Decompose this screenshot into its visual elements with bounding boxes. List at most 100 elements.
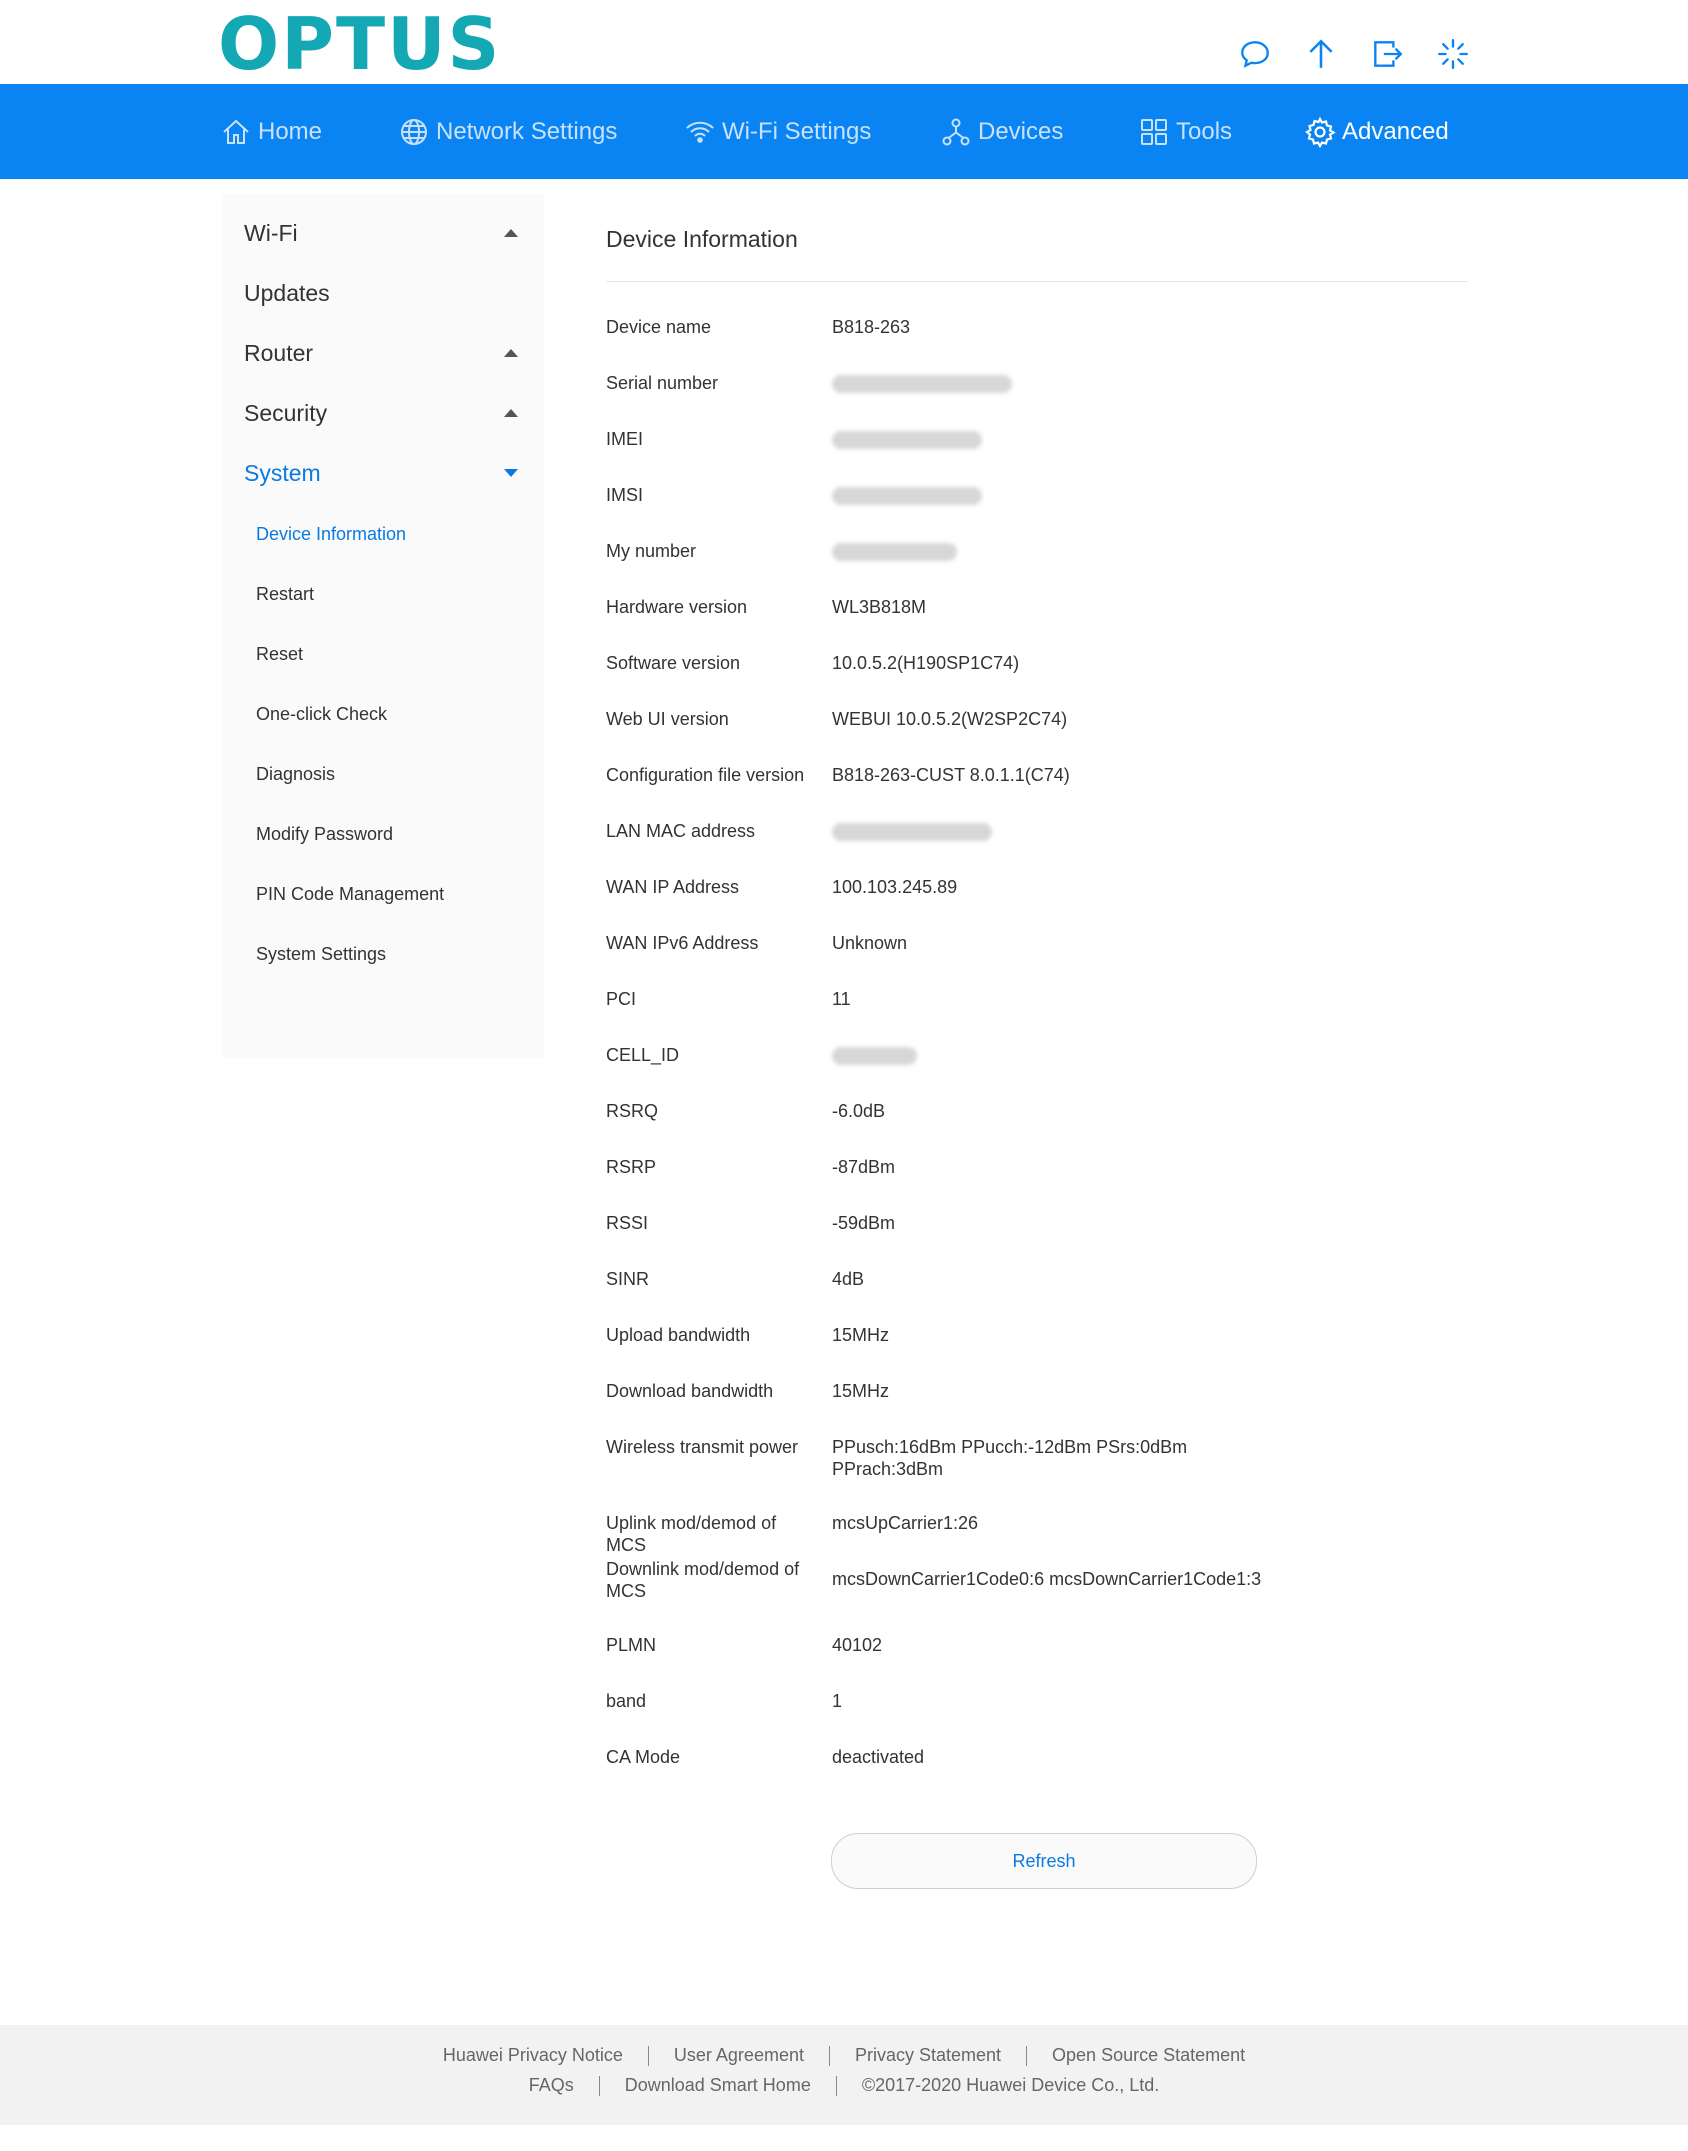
row-label: My number bbox=[606, 541, 697, 561]
row-label: WAN IP Address bbox=[606, 877, 740, 897]
row-label: CA Mode bbox=[606, 1747, 681, 1767]
redacted-value bbox=[832, 543, 957, 562]
nav-tools[interactable]: Tools bbox=[1138, 84, 1232, 179]
footer-link-smart-home[interactable]: Download Smart Home bbox=[600, 2075, 836, 2096]
row-label: PCI bbox=[606, 989, 637, 1009]
top-header: OPTUS bbox=[0, 0, 1688, 84]
optus-logo[interactable]: OPTUS bbox=[218, 4, 501, 84]
row-value bbox=[832, 820, 1292, 842]
row-value: 1 bbox=[832, 1691, 843, 1711]
wifi-icon bbox=[686, 121, 714, 143]
page-title: Device Information bbox=[606, 226, 798, 252]
sidebar-sub-modify-password[interactable]: Modify Password bbox=[256, 814, 544, 854]
sidebar-item-label: System bbox=[244, 459, 321, 486]
row-value: B818-263 bbox=[832, 317, 911, 337]
sidebar-item-label: Security bbox=[244, 399, 328, 426]
row-value: WEBUI 10.0.5.2(W2SP2C74) bbox=[832, 709, 1068, 729]
main-nav: Home Network Settings Wi-Fi Settings Dev… bbox=[0, 84, 1688, 179]
loading-spinner-icon[interactable] bbox=[1420, 34, 1486, 74]
sidebar-sub-device-information[interactable]: Device Information bbox=[256, 514, 544, 554]
row-value: B818-263-CUST 8.0.1.1(C74) bbox=[832, 765, 1070, 785]
row-value: deactivated bbox=[832, 1747, 925, 1767]
sidebar-item-security[interactable]: Security bbox=[244, 389, 544, 437]
row-label: IMSI bbox=[606, 485, 644, 505]
row-label: Wireless transmit power bbox=[606, 1437, 799, 1457]
row-value: 40102 bbox=[832, 1635, 883, 1655]
row-label: SINR bbox=[606, 1269, 650, 1289]
row-label: Device name bbox=[606, 317, 712, 337]
row-value: 10.0.5.2(H190SP1C74) bbox=[832, 653, 1020, 673]
row-label: RSRQ bbox=[606, 1101, 659, 1121]
row-value bbox=[832, 428, 1292, 450]
row-value bbox=[832, 1044, 1292, 1066]
chevron-down-icon bbox=[504, 469, 518, 477]
row-label: Downlink mod/demod of MCS bbox=[606, 1559, 800, 1601]
row-label: Hardware version bbox=[606, 597, 748, 617]
nav-devices[interactable]: Devices bbox=[940, 84, 1063, 179]
chat-icon[interactable] bbox=[1222, 34, 1288, 74]
row-value: -6.0dB bbox=[832, 1101, 886, 1121]
row-value bbox=[832, 484, 1292, 506]
row-label: Serial number bbox=[606, 373, 719, 393]
nav-home-label: Home bbox=[258, 117, 323, 145]
row-value: mcsDownCarrier1Code0:6 mcsDownCarrier1Co… bbox=[832, 1569, 1262, 1589]
row-label: Download bandwidth bbox=[606, 1381, 774, 1401]
sidebar-sub-restart[interactable]: Restart bbox=[256, 574, 544, 614]
sidebar-item-system[interactable]: System bbox=[244, 449, 544, 497]
nav-advanced-label: Advanced bbox=[1342, 117, 1449, 145]
footer-link-user-agreement[interactable]: User Agreement bbox=[649, 2045, 829, 2066]
devices-network-icon bbox=[942, 118, 970, 145]
sidebar-item-wifi[interactable]: Wi-Fi bbox=[244, 209, 544, 257]
logout-icon[interactable] bbox=[1354, 34, 1420, 74]
row-label: RSRP bbox=[606, 1157, 657, 1177]
footer-link-open-source[interactable]: Open Source Statement bbox=[1027, 2045, 1270, 2066]
refresh-button[interactable]: Refresh bbox=[831, 1833, 1257, 1889]
row-label: CELL_ID bbox=[606, 1045, 680, 1065]
sidebar-sub-system-settings[interactable]: System Settings bbox=[256, 934, 544, 974]
sidebar-item-updates[interactable]: Updates bbox=[244, 269, 544, 317]
sidebar-item-label: Wi-Fi bbox=[244, 219, 298, 246]
home-icon bbox=[223, 119, 249, 144]
row-value: 15MHz bbox=[832, 1381, 890, 1401]
chevron-up-icon bbox=[504, 349, 518, 357]
footer-link-privacy-notice[interactable]: Huawei Privacy Notice bbox=[418, 2045, 648, 2066]
sidebar-sub-diagnosis[interactable]: Diagnosis bbox=[256, 754, 544, 794]
nav-wifi-settings[interactable]: Wi-Fi Settings bbox=[684, 84, 871, 179]
row-value: PPusch:16dBm PPucch:-12dBm PSrs:0dBm PPr… bbox=[832, 1437, 1188, 1479]
footer-link-privacy-statement[interactable]: Privacy Statement bbox=[830, 2045, 1026, 2066]
gear-icon bbox=[1305, 116, 1336, 148]
row-value: mcsUpCarrier1:26 bbox=[832, 1513, 979, 1533]
nav-advanced[interactable]: Advanced bbox=[1304, 84, 1449, 179]
row-value: 11 bbox=[832, 989, 851, 1009]
redacted-value bbox=[832, 1047, 917, 1066]
row-value: 15MHz bbox=[832, 1325, 890, 1345]
header-toolbar bbox=[1222, 34, 1486, 74]
tools-grid-icon bbox=[1141, 118, 1167, 145]
row-value bbox=[832, 372, 1292, 394]
row-value: 4dB bbox=[832, 1269, 865, 1289]
footer-link-faqs[interactable]: FAQs bbox=[504, 2075, 599, 2096]
upload-arrow-icon[interactable] bbox=[1288, 34, 1354, 74]
globe-icon bbox=[401, 118, 427, 145]
sidebar-sub-reset[interactable]: Reset bbox=[256, 634, 544, 674]
row-value: -87dBm bbox=[832, 1157, 896, 1177]
redacted-value bbox=[832, 375, 1012, 394]
row-label: IMEI bbox=[606, 429, 644, 449]
chevron-up-icon bbox=[504, 409, 518, 417]
row-label: band bbox=[606, 1691, 647, 1711]
nav-wifi-label: Wi-Fi Settings bbox=[722, 117, 872, 145]
sidebar: Wi-Fi Updates Router Security System Dev… bbox=[222, 194, 544, 1058]
row-label: Web UI version bbox=[606, 709, 729, 729]
nav-devices-label: Devices bbox=[978, 117, 1064, 145]
sidebar-sub-pin-code-management[interactable]: PIN Code Management bbox=[256, 874, 544, 914]
redacted-value bbox=[832, 487, 982, 506]
footer: Huawei Privacy Notice User Agreement Pri… bbox=[0, 2025, 1688, 2125]
sidebar-item-router[interactable]: Router bbox=[244, 329, 544, 377]
row-label: PLMN bbox=[606, 1635, 657, 1655]
nav-network-label: Network Settings bbox=[436, 117, 618, 145]
nav-home[interactable]: Home bbox=[220, 84, 322, 179]
nav-network-settings[interactable]: Network Settings bbox=[398, 84, 617, 179]
sidebar-item-label: Router bbox=[244, 339, 314, 366]
sidebar-sub-one-click-check[interactable]: One-click Check bbox=[256, 694, 544, 734]
row-label: Upload bandwidth bbox=[606, 1325, 751, 1345]
